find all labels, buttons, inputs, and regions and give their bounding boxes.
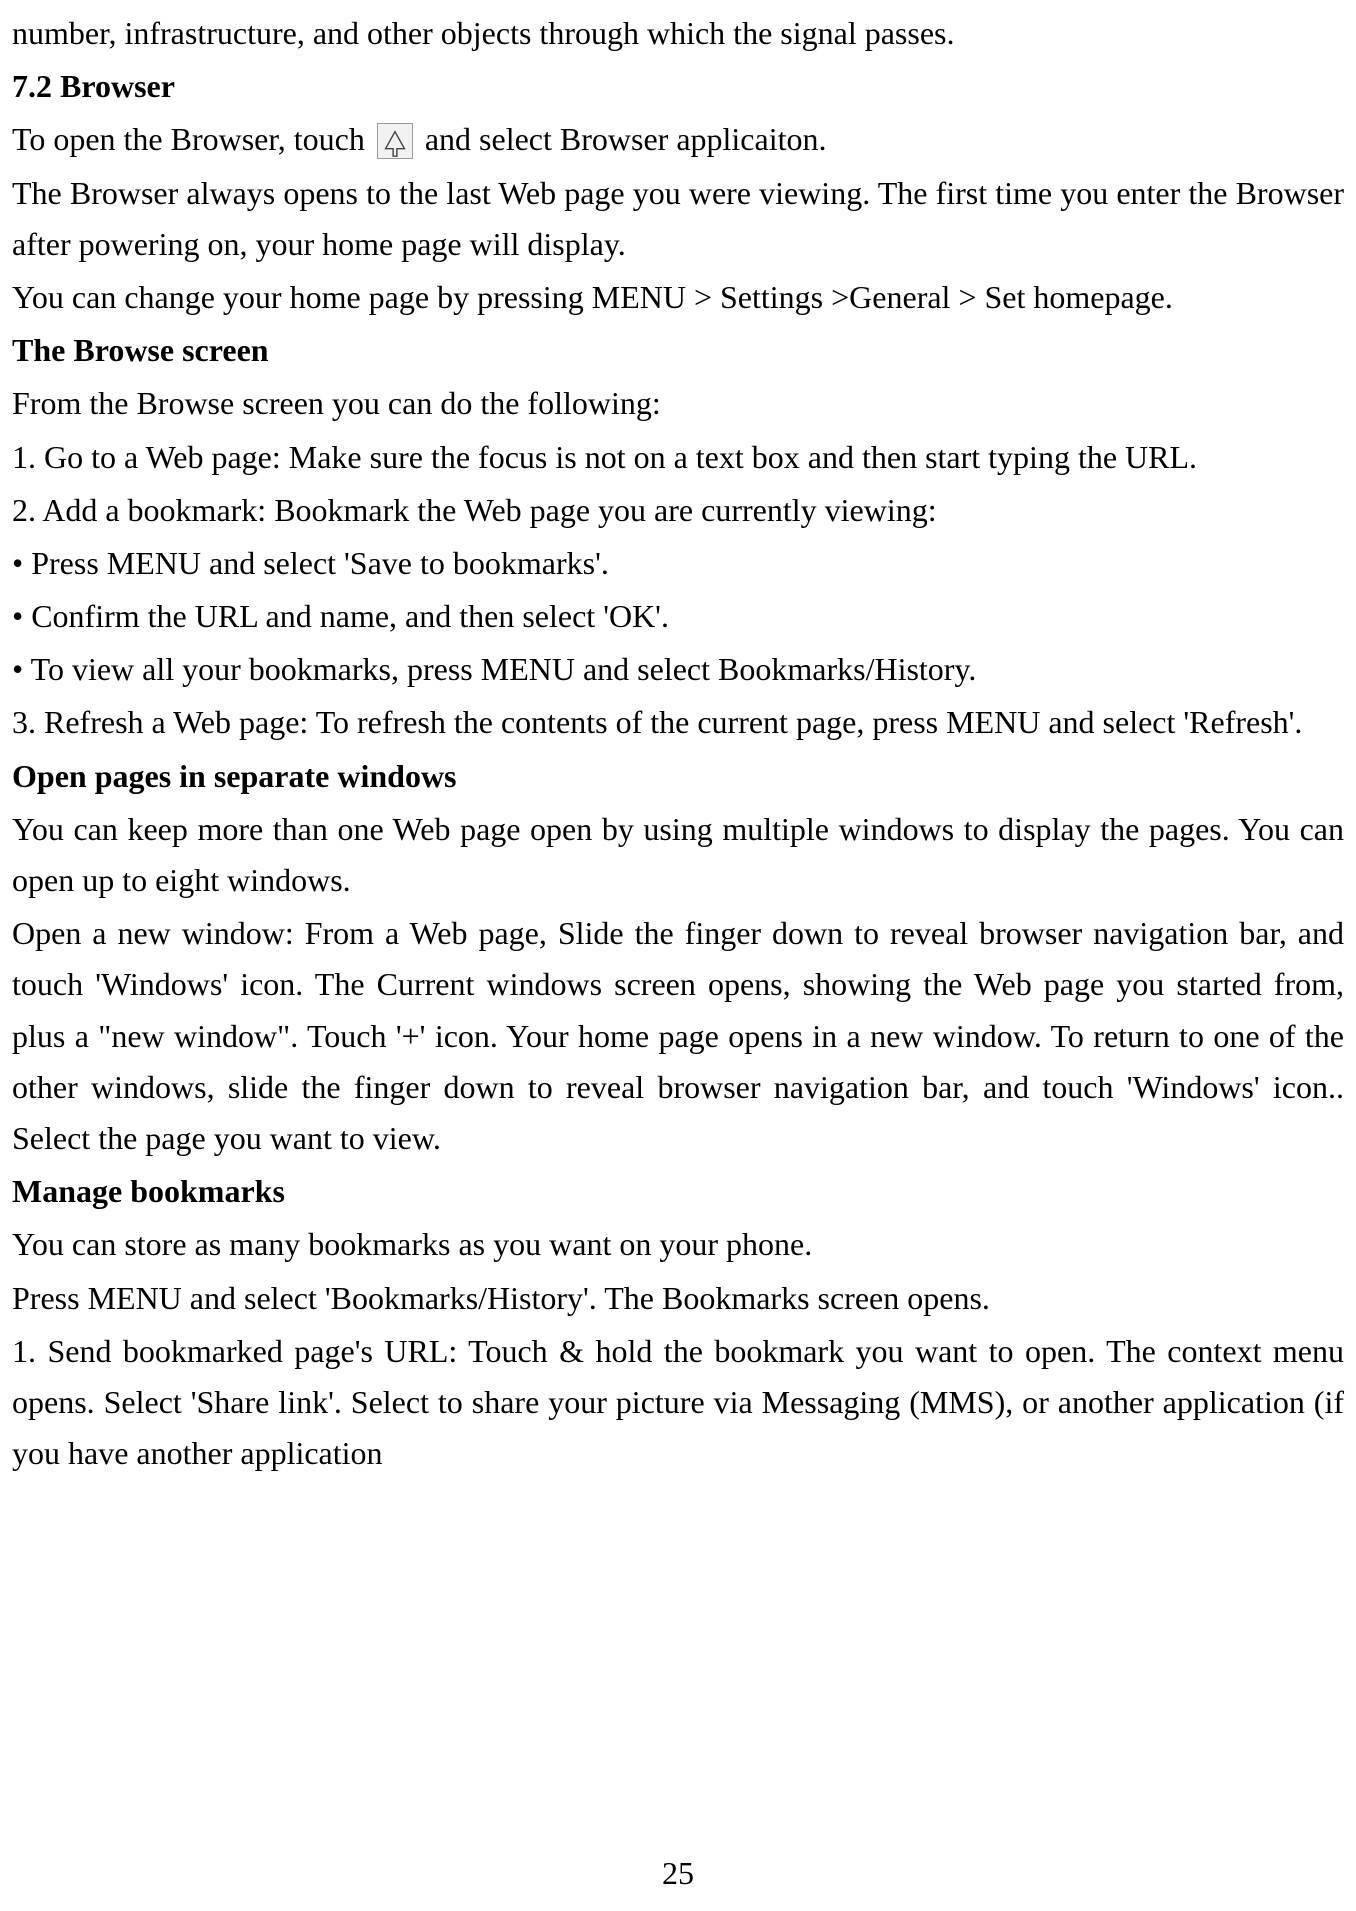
step-1: 1. Go to a Web page: Make sure the focus… <box>12 432 1344 483</box>
step-2: 2. Add a bookmark: Bookmark the Web page… <box>12 485 1344 536</box>
paragraph-open-pages-1: You can keep more than one Web page open… <box>12 804 1344 906</box>
bullet-confirm-url: • Confirm the URL and name, and then sel… <box>12 591 1344 642</box>
heading-open-pages: Open pages in separate windows <box>12 751 1344 802</box>
paragraph-open-pages-2: Open a new window: From a Web page, Slid… <box>12 908 1344 1164</box>
section-heading-7-2: 7.2 Browser <box>12 61 1344 112</box>
paragraph-change-homepage: You can change your home page by pressin… <box>12 272 1344 323</box>
bullet-save-bookmarks: • Press MENU and select 'Save to bookmar… <box>12 538 1344 589</box>
paragraph-manage-bookmarks-3: 1. Send bookmarked page's URL: Touch & h… <box>12 1326 1344 1480</box>
document-content: number, infrastructure, and other object… <box>12 8 1344 1848</box>
paragraph-manage-bookmarks-1: You can store as many bookmarks as you w… <box>12 1219 1344 1270</box>
text-open-browser-b: and select Browser applicaiton. <box>417 121 827 157</box>
paragraph-manage-bookmarks-2: Press MENU and select 'Bookmarks/History… <box>12 1273 1344 1324</box>
step-3: 3. Refresh a Web page: To refresh the co… <box>12 697 1344 748</box>
heading-manage-bookmarks: Manage bookmarks <box>12 1166 1344 1217</box>
bullet-view-bookmarks: • To view all your bookmarks, press MENU… <box>12 644 1344 695</box>
touch-icon <box>377 123 413 159</box>
paragraph-continuation: number, infrastructure, and other object… <box>12 8 1344 59</box>
paragraph-browser-opens: The Browser always opens to the last Web… <box>12 168 1344 270</box>
paragraph-browse-intro: From the Browse screen you can do the fo… <box>12 378 1344 429</box>
paragraph-open-browser: To open the Browser, touch and select Br… <box>12 114 1344 165</box>
page-number: 25 <box>12 1848 1344 1911</box>
text-open-browser-a: To open the Browser, touch <box>12 121 373 157</box>
heading-browse-screen: The Browse screen <box>12 325 1344 376</box>
